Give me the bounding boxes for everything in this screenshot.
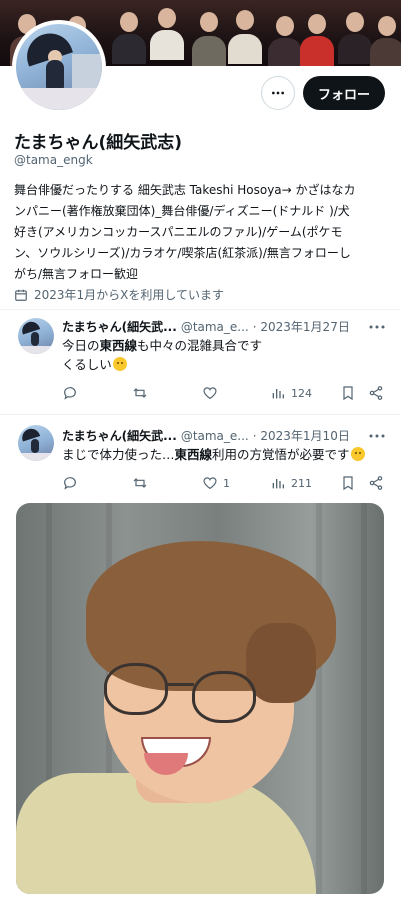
tweet-author-handle[interactable]: @tama_e... <box>181 429 249 443</box>
tweet-text-highlight[interactable]: 東西線 <box>175 447 213 462</box>
tweet-text: まじで体力使った…東西線利用の方覚悟が必要です <box>62 445 365 464</box>
tweet-actions: 1 211 <box>62 475 386 495</box>
banner-figure <box>338 34 372 64</box>
more-horizontal-icon[interactable] <box>368 429 386 443</box>
banner-figure <box>378 16 396 36</box>
more-horizontal-icon[interactable] <box>368 320 386 334</box>
views-count: 211 <box>291 476 312 490</box>
tweet-author-name[interactable]: たまちゃん(細矢武... <box>62 318 177 335</box>
calendar-icon <box>15 289 27 301</box>
more-options-button[interactable] <box>261 76 295 110</box>
photo-detail <box>192 671 256 723</box>
banner-figure <box>192 36 226 66</box>
banner-figure <box>268 38 302 66</box>
banner-figure <box>300 36 334 66</box>
bookmark-icon <box>343 386 353 401</box>
avatar-scene <box>31 439 39 453</box>
tweet-header: たまちゃん(細矢武... @tama_e... · 2023年1月27日 <box>62 318 350 335</box>
retweet-icon <box>133 388 147 398</box>
tweet-date[interactable]: · 2023年1月10日 <box>253 427 350 444</box>
banner-figure <box>120 12 138 32</box>
tweet-text-segment: まじで体力使った… <box>62 447 175 462</box>
tweet-media-photo[interactable] <box>16 503 384 894</box>
views-button[interactable]: 211 <box>270 475 312 491</box>
tweet-text-segment: くるしい <box>62 357 112 372</box>
bookmark-button[interactable] <box>340 385 356 401</box>
reply-icon <box>64 477 76 490</box>
share-button[interactable] <box>368 385 384 401</box>
like-button[interactable] <box>202 385 218 401</box>
tweet-author-handle[interactable]: @tama_e... <box>181 320 249 334</box>
views-button[interactable]: 124 <box>270 385 312 401</box>
avatar-scene <box>31 332 39 346</box>
reply-button[interactable] <box>62 385 78 401</box>
banner-figure <box>228 34 262 64</box>
share-icon <box>369 386 383 400</box>
tweet-text-highlight[interactable]: 東西線 <box>100 338 138 353</box>
like-count: 1 <box>223 476 230 490</box>
tweet-author-name[interactable]: たまちゃん(細矢武... <box>62 427 177 444</box>
bookmark-icon <box>343 476 353 491</box>
retweet-button[interactable] <box>132 475 148 491</box>
tweet-avatar[interactable] <box>18 425 54 461</box>
divider <box>0 414 401 415</box>
banner-figure <box>112 34 146 64</box>
avatar-scene <box>18 453 54 461</box>
photo-detail <box>361 503 367 894</box>
tweet-text-segment: 利用の方覚悟が必要です <box>212 447 350 462</box>
retweet-icon <box>133 478 147 488</box>
tweet-text: 今日の東西線も中々の混雑具合です くるしい <box>62 336 262 374</box>
profile-joined: 2023年1月からXを利用しています <box>14 286 224 303</box>
sweat-smile-emoji-icon <box>112 357 127 371</box>
tweet-text-segment: も中々の混雑具合です <box>137 338 263 353</box>
photo-detail <box>246 623 316 703</box>
tweet-text-segment: 今日の <box>62 338 100 353</box>
profile-display-name: たまちゃん(細矢武志) <box>14 133 183 153</box>
banner-figure <box>370 38 401 66</box>
profile-handle: @tama_engk <box>14 153 93 167</box>
heart-icon <box>203 387 217 400</box>
avatar-scene <box>16 88 102 110</box>
banner-figure <box>150 30 184 60</box>
avatar-scene <box>21 27 73 67</box>
photo-detail <box>166 683 194 686</box>
reply-button[interactable] <box>62 475 78 491</box>
banner-figure <box>346 12 364 32</box>
bookmark-button[interactable] <box>340 475 356 491</box>
share-button[interactable] <box>368 475 384 491</box>
tweet-header: たまちゃん(細矢武... @tama_e... · 2023年1月10日 <box>62 427 350 444</box>
tweet-date[interactable]: · 2023年1月27日 <box>253 318 350 335</box>
follow-button[interactable]: フォロー <box>303 76 385 110</box>
profile-bio: 舞台俳優だったりする 細矢武志 Takeshi Hosoya→ かざはなカ ンパ… <box>14 183 356 281</box>
divider <box>0 309 401 310</box>
banner-figure <box>276 16 294 36</box>
tweet-avatar[interactable] <box>18 318 54 354</box>
heart-icon <box>203 477 217 490</box>
like-button[interactable]: 1 <box>202 475 230 491</box>
share-icon <box>369 476 383 490</box>
banner-figure <box>200 12 218 32</box>
profile-avatar[interactable] <box>12 20 106 114</box>
tweet-actions: 124 <box>62 385 386 405</box>
more-horizontal-icon <box>272 91 284 95</box>
retweet-button[interactable] <box>132 385 148 401</box>
banner-figure <box>236 10 254 30</box>
sweat-smile-emoji-icon <box>350 447 365 461</box>
photo-detail <box>316 503 322 894</box>
avatar-scene <box>18 346 54 354</box>
photo-detail <box>104 663 168 715</box>
views-count: 124 <box>291 386 312 400</box>
reply-icon <box>64 387 76 400</box>
views-icon <box>272 479 284 489</box>
views-icon <box>272 389 284 399</box>
joined-text: 2023年1月からXを利用しています <box>34 288 225 302</box>
banner-figure <box>308 14 326 34</box>
banner-figure <box>158 8 176 28</box>
